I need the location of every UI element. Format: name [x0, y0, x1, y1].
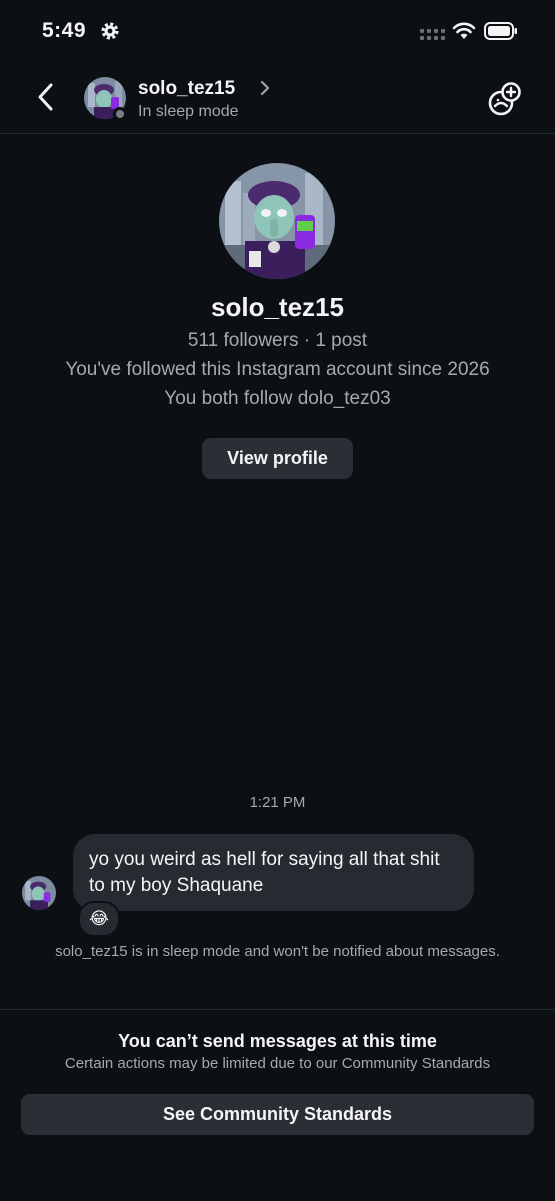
cellular-signal-icon — [420, 29, 445, 40]
wifi-icon — [452, 22, 476, 39]
reaction-badge[interactable]: 😂 — [78, 901, 120, 937]
gear-icon — [101, 22, 119, 40]
message-avatar[interactable] — [22, 876, 56, 910]
chevron-right-icon[interactable] — [260, 80, 270, 96]
message-bubble[interactable]: yo you weird as hell for saying all that… — [73, 834, 474, 911]
collab-add-icon[interactable] — [486, 82, 522, 118]
restriction-footer: You can’t send messages at this time Cer… — [0, 1009, 555, 1201]
status-time: 5:49 — [42, 19, 87, 42]
sleep-mode-notice: solo_tez15 is in sleep mode and won't be… — [55, 943, 500, 960]
profile-stats: 511 followers · 1 post — [187, 330, 368, 351]
profile-username: solo_tez15 — [211, 292, 344, 322]
header-status: In sleep mode — [138, 103, 239, 120]
profile-mutual: You both follow dolo_tez03 — [164, 388, 391, 409]
restriction-subtitle: Certain actions may be limited due to ou… — [64, 1055, 491, 1072]
community-standards-button[interactable]: See Community Standards — [21, 1094, 534, 1135]
message-timestamp: 1:21 PM — [249, 794, 306, 811]
restriction-title: You can’t send messages at this time — [118, 1031, 437, 1051]
back-arrow-icon[interactable] — [32, 80, 60, 114]
chat-header: solo_tez15 In sleep mode — [0, 60, 555, 134]
sleep-mode-indicator — [113, 107, 127, 121]
profile-avatar[interactable] — [219, 163, 335, 279]
battery-icon — [484, 22, 517, 40]
header-username[interactable]: solo_tez15 — [138, 78, 235, 100]
view-profile-button[interactable]: View profile — [202, 438, 353, 479]
status-bar: 5:49 — [0, 0, 555, 60]
profile-follow-since: You've followed this Instagram account s… — [65, 359, 490, 380]
